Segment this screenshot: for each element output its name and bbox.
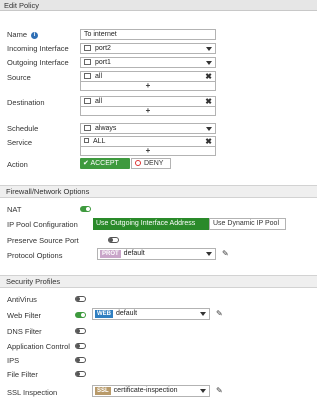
dnsfilter-toggle[interactable] bbox=[75, 328, 86, 334]
outgoing-interface-label: Outgoing Interface bbox=[7, 58, 69, 67]
remove-icon[interactable]: ✖ bbox=[205, 72, 212, 81]
dropdown-arrow-icon[interactable] bbox=[206, 127, 212, 131]
ssl-inspection-label: SSL Inspection bbox=[7, 388, 58, 397]
ssl-inspection-value: certificate-inspection bbox=[113, 387, 178, 394]
service-add-button[interactable]: + bbox=[80, 147, 216, 156]
dropdown-arrow-icon[interactable] bbox=[206, 252, 212, 256]
nat-toggle[interactable] bbox=[80, 206, 91, 212]
protocol-options-value: default bbox=[123, 250, 145, 257]
webfilter-label: Web Filter bbox=[7, 311, 42, 320]
info-icon[interactable]: i bbox=[31, 31, 39, 39]
filefilter-label: File Filter bbox=[7, 370, 38, 379]
schedule-select[interactable]: always bbox=[80, 123, 216, 134]
antivirus-label: AntiVirus bbox=[7, 295, 37, 304]
outgoing-interface-select[interactable]: port1 bbox=[80, 57, 216, 68]
destination-label: Destination bbox=[7, 98, 45, 107]
dropdown-arrow-icon[interactable] bbox=[200, 312, 206, 316]
interface-icon bbox=[84, 58, 91, 65]
ips-toggle[interactable] bbox=[75, 357, 86, 363]
deny-label: DENY bbox=[144, 160, 164, 167]
pencil-icon[interactable]: ✎ bbox=[216, 386, 223, 395]
calendar-icon bbox=[84, 124, 91, 131]
filefilter-toggle[interactable] bbox=[75, 371, 86, 377]
action-label: Action bbox=[7, 160, 28, 169]
appcontrol-toggle[interactable] bbox=[75, 343, 86, 349]
name-input[interactable]: To internet bbox=[80, 29, 216, 40]
prot-badge: PROT bbox=[100, 250, 121, 258]
address-icon bbox=[84, 97, 91, 104]
antivirus-toggle[interactable] bbox=[75, 296, 86, 302]
source-value: all bbox=[95, 73, 103, 80]
webfilter-toggle[interactable] bbox=[75, 312, 86, 318]
incoming-interface-select[interactable]: port2 bbox=[80, 43, 216, 54]
accept-label: ACCEPT bbox=[90, 160, 119, 167]
check-icon: ✔ bbox=[83, 160, 89, 167]
source-label: Source bbox=[7, 73, 31, 82]
service-value: ALL bbox=[93, 138, 106, 145]
remove-icon[interactable]: ✖ bbox=[205, 137, 212, 146]
dnsfilter-label: DNS Filter bbox=[7, 327, 42, 336]
ips-label: IPS bbox=[7, 356, 20, 365]
webfilter-select[interactable]: WEB default bbox=[92, 308, 210, 320]
preserve-source-port-toggle[interactable] bbox=[108, 237, 119, 243]
schedule-value: always bbox=[95, 125, 117, 132]
outgoing-interface-value: port1 bbox=[95, 59, 111, 66]
ssl-badge: SSL bbox=[95, 387, 111, 395]
accept-button[interactable]: ✔ ACCEPT bbox=[80, 158, 130, 169]
deny-icon bbox=[135, 159, 141, 166]
firewall-section-header: Firewall/Network Options bbox=[0, 185, 317, 198]
address-icon bbox=[84, 72, 91, 79]
deny-button[interactable]: DENY bbox=[131, 158, 171, 169]
window-title: Edit Policy bbox=[0, 0, 317, 11]
incoming-interface-label: Incoming Interface bbox=[7, 44, 69, 53]
remove-icon[interactable]: ✖ bbox=[205, 97, 212, 106]
incoming-interface-value: port2 bbox=[95, 45, 111, 52]
dropdown-arrow-icon[interactable] bbox=[200, 389, 206, 393]
name-label: Name i bbox=[7, 30, 39, 39]
protocol-options-select[interactable]: PROT default bbox=[97, 248, 216, 260]
schedule-label: Schedule bbox=[7, 124, 39, 133]
protocol-options-label: Protocol Options bbox=[7, 251, 63, 260]
source-add-button[interactable]: + bbox=[80, 82, 216, 91]
webfilter-value: default bbox=[116, 310, 138, 317]
name-input-value: To internet bbox=[84, 31, 117, 38]
use-outgoing-interface-option[interactable]: Use Outgoing Interface Address bbox=[93, 218, 209, 230]
security-section-header: Security Profiles bbox=[0, 275, 317, 288]
use-dynamic-ippool-option[interactable]: Use Dynamic IP Pool bbox=[209, 218, 286, 230]
dropdown-arrow-icon[interactable] bbox=[206, 47, 212, 51]
ssl-inspection-select[interactable]: SSL certificate-inspection bbox=[92, 385, 210, 397]
pencil-icon[interactable]: ✎ bbox=[222, 249, 229, 258]
destination-add-button[interactable]: + bbox=[80, 107, 216, 116]
pencil-icon[interactable]: ✎ bbox=[216, 309, 223, 318]
preserve-source-port-label: Preserve Source Port bbox=[7, 236, 79, 245]
appcontrol-label: Application Control bbox=[7, 342, 70, 351]
interface-icon bbox=[84, 44, 91, 51]
dropdown-arrow-icon[interactable] bbox=[206, 61, 212, 65]
nat-label: NAT bbox=[7, 205, 22, 214]
web-badge: WEB bbox=[95, 310, 113, 318]
service-label: Service bbox=[7, 138, 33, 147]
service-icon bbox=[84, 138, 89, 144]
destination-value: all bbox=[95, 98, 103, 105]
name-label-text: Name bbox=[7, 30, 28, 39]
ippool-label: IP Pool Configuration bbox=[7, 220, 78, 229]
